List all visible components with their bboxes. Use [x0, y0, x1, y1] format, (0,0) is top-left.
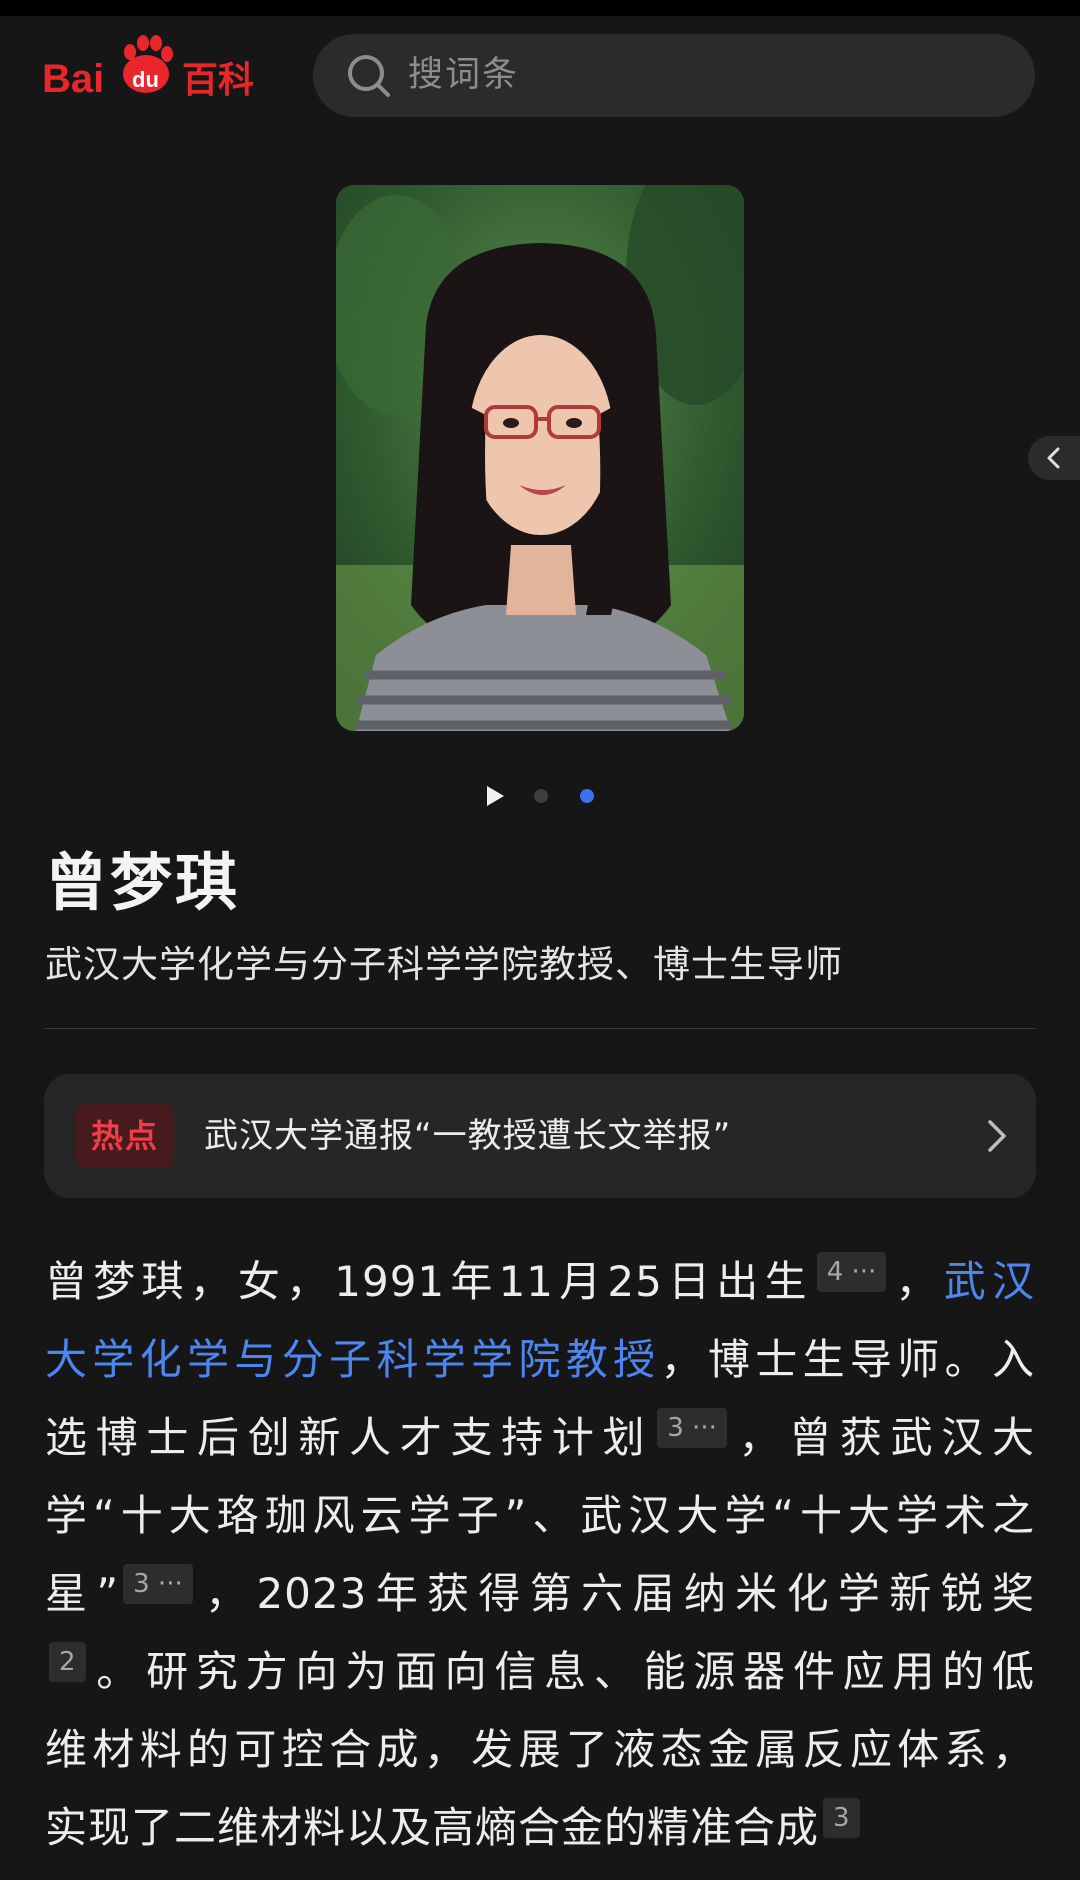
body-text: ，博士生导师。入 [660, 1335, 1035, 1384]
reference-badge[interactable]: 2 [49, 1642, 86, 1682]
body-text: 。研究方向为面向信息、能源器件应用的低 [89, 1647, 1035, 1696]
side-collapse-tab[interactable] [1028, 436, 1080, 480]
status-strip [0, 0, 1080, 16]
person-photo[interactable] [336, 185, 744, 731]
svg-text:Bai: Bai [42, 57, 104, 101]
body-line-3: 选博士后创新人才支持计划 3 ··· ，曾获武汉大 [45, 1399, 1035, 1477]
divider [45, 1028, 1035, 1029]
chevron-left-icon [1047, 447, 1060, 469]
body-line-7: 维材料的可控合成，发展了液态金属反应体系， [45, 1725, 1035, 1774]
carousel-pager [0, 783, 1080, 807]
carousel-dot[interactable] [534, 789, 548, 803]
body-line-8: 实现了二维材料以及高熵合金的精准合成 3 [45, 1789, 1035, 1867]
reference-badge[interactable]: 3 ··· [657, 1408, 727, 1448]
reference-badge[interactable]: 3 ··· [123, 1564, 193, 1604]
baidu-baike-logo[interactable]: Bai du 百科 [42, 30, 262, 105]
play-icon[interactable] [484, 785, 506, 807]
body-line-6: 2 。研究方向为面向信息、能源器件应用的低 [45, 1633, 1035, 1711]
portrait-image [336, 185, 744, 731]
reference-badge[interactable]: 3 [823, 1798, 860, 1838]
chevron-right-icon [988, 1120, 1006, 1152]
hot-news-text: 武汉大学通报“一教授遭长文举报” [204, 1116, 732, 1156]
carousel-dot-active[interactable] [580, 789, 594, 803]
hot-badge: 热点 [76, 1104, 174, 1168]
svg-text:百科: 百科 [182, 60, 254, 101]
body-line-2: 大学化学与分子科学学院教授，博士生导师。入 [45, 1321, 1035, 1399]
search-placeholder: 搜词条 [408, 55, 520, 95]
reference-badge[interactable]: 4 ··· [816, 1252, 887, 1292]
body-line-4: 学“十大珞珈风云学子”、武汉大学“十大学术之 [45, 1491, 1035, 1540]
body-text: 选博士后创新人才支持计划 [45, 1413, 654, 1462]
svg-text:du: du [132, 67, 159, 92]
org-link[interactable]: 武汉 [944, 1257, 1035, 1306]
page-title: 曾梦琪 [45, 846, 241, 919]
person-subtitle: 武汉大学化学与分子科学学院教授、博士生导师 [45, 943, 843, 986]
baike-page: Bai du 百科 搜词条 曾梦琪 武汉大学化学与分子科学学院教授、博士生导师 … [0, 0, 1080, 1880]
search-bar[interactable]: 搜词条 [313, 34, 1035, 117]
body-line-1: 曾梦琪，女，1991年11月25日出生 4 ··· ，武汉 [45, 1243, 1035, 1321]
body-text: ， [890, 1257, 944, 1306]
body-text: 星” [45, 1569, 120, 1618]
body-line-5: 星” 3 ··· ，2023年获得第六届纳米化学新锐奖 [45, 1555, 1035, 1633]
hot-news-card[interactable]: 热点 武汉大学通报“一教授遭长文举报” [44, 1074, 1036, 1198]
body-text: ，2023年获得第六届纳米化学新锐奖 [196, 1569, 1035, 1618]
body-text: ，曾获武汉大 [730, 1413, 1035, 1462]
body-text: 实现了二维材料以及高熵合金的精准合成 [45, 1803, 820, 1852]
search-icon [348, 55, 390, 97]
org-link[interactable]: 大学化学与分子科学学院教授 [45, 1335, 661, 1384]
body-text: 曾梦琪，女，1991年11月25日出生 [45, 1257, 813, 1306]
